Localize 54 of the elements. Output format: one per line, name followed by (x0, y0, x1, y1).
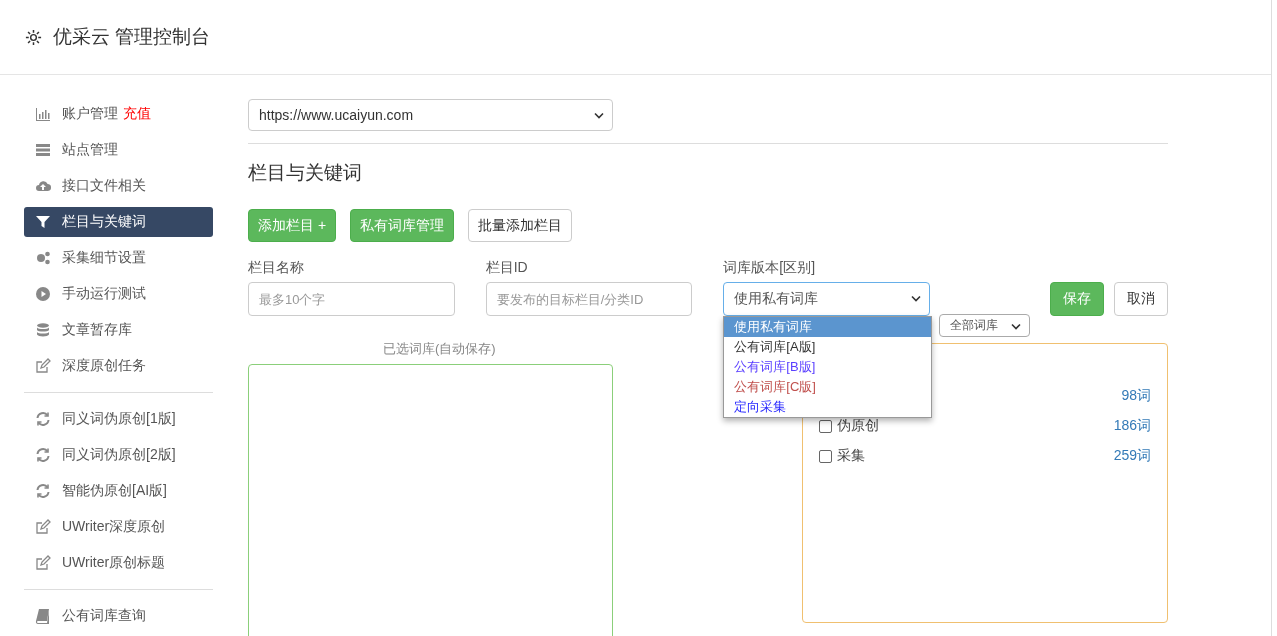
checkbox[interactable] (819, 449, 832, 463)
sync-icon (35, 483, 51, 499)
sidebar-item[interactable]: UWriter原创标题 (24, 548, 213, 578)
sidebar-item[interactable]: 同义词伪原创[1版] (24, 404, 213, 434)
chevron-icon (1011, 323, 1021, 330)
dropdown-option[interactable]: 公有词库[B版] (724, 357, 932, 377)
sidebar-item[interactable]: 公有词库查询 (24, 601, 213, 631)
edit-icon (35, 555, 51, 571)
sidebar-item[interactable]: 文章暂存库 (24, 315, 213, 345)
sync-icon (35, 411, 51, 427)
dropdown-option[interactable]: 定向采集 (724, 397, 932, 417)
chart-icon (35, 106, 51, 122)
field-label: 词库版本[区别] (723, 259, 817, 277)
sync-icon (35, 447, 51, 463)
play-icon (35, 286, 51, 302)
sidebar-item[interactable]: 同义词伪原创[2版] (24, 440, 213, 470)
sidebar-item[interactable]: 站点管理 (24, 135, 213, 165)
library-filter-select[interactable]: 全部词库 (939, 314, 1030, 337)
app-title: 优采云 管理控制台 (53, 25, 211, 49)
library-name: 伪原创 (837, 417, 879, 435)
site-select[interactable]: https://www.ucaiyun.com (248, 99, 613, 131)
cancel-button[interactable]: 取消 (1114, 282, 1168, 316)
field-label: 栏目ID (485, 259, 529, 277)
sidebar-item[interactable]: 接口文件相关 (24, 171, 213, 201)
edit-icon (35, 519, 51, 535)
word-count[interactable]: 186词 (1113, 417, 1151, 435)
chevron-icon (911, 295, 921, 302)
word-count[interactable]: 98词 (1121, 387, 1151, 405)
field-label: 栏目名称 (248, 259, 305, 277)
sidebar-item[interactable]: 栏目与关键词 (24, 207, 213, 237)
dropdown-option[interactable]: 公有词库[C版] (724, 377, 932, 397)
book-icon (35, 608, 51, 624)
edit-icon (35, 358, 51, 374)
sidebar-item[interactable]: UWriter深度原创 (24, 512, 213, 542)
recharge-link[interactable]: 充值 (123, 105, 151, 123)
server-icon (35, 142, 51, 158)
input-field[interactable]: 要发布的目标栏目/分类ID (485, 282, 693, 316)
dropdown-option[interactable]: 公有词库[A版] (724, 337, 932, 357)
chevron-icon (594, 112, 604, 119)
sidebar-item[interactable]: 账户管理 充值 (24, 99, 213, 129)
db-icon (35, 322, 51, 338)
selected-libraries-label: 已选词库(自动保存) (382, 340, 497, 358)
word-count[interactable]: 259词 (1113, 447, 1151, 465)
sidebar-item[interactable]: 深度原创任务 (24, 351, 213, 381)
input-field[interactable]: 最多10个字 (248, 282, 455, 316)
sidebar-item[interactable]: 采集细节设置 (24, 243, 213, 273)
filter-icon (35, 214, 51, 230)
sidebar-item[interactable]: 手动运行测试 (24, 279, 213, 309)
action-button[interactable]: 批量添加栏目 (468, 209, 573, 242)
library-name: 采集 (837, 447, 865, 465)
cloud-icon (35, 178, 51, 194)
sidebar-item[interactable]: 智能伪原创[AI版] (24, 476, 213, 506)
checkbox[interactable] (819, 419, 832, 433)
section-title: 栏目与关键词 (248, 161, 363, 185)
